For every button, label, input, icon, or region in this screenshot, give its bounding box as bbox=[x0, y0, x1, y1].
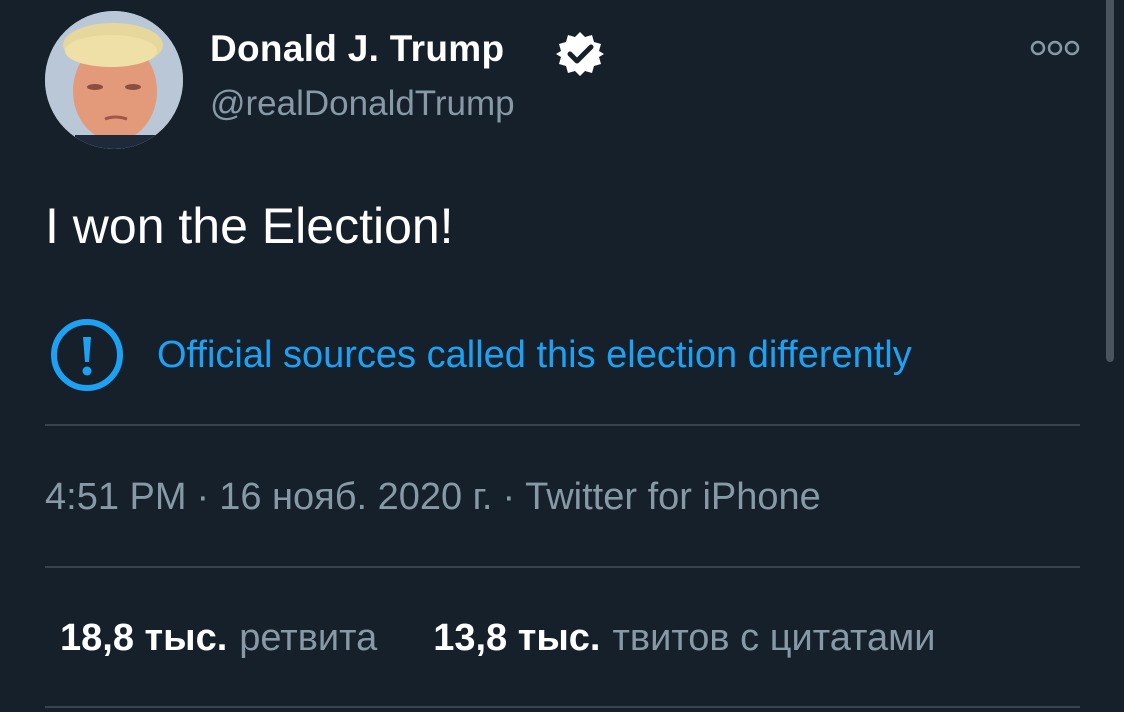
verified-badge-icon bbox=[556, 32, 604, 76]
retweets-label: ретвита bbox=[239, 617, 378, 659]
meta-separator: · bbox=[196, 476, 210, 518]
author-name[interactable]: Donald J. Trump bbox=[210, 28, 504, 70]
tweet-card: Donald J. Trump @realDonaldTrump I won t… bbox=[0, 0, 1124, 712]
avatar[interactable] bbox=[45, 11, 183, 149]
election-notice-text: Official sources called this election di… bbox=[157, 333, 912, 376]
retweets-count: 18,8 тыс. bbox=[60, 617, 228, 659]
election-notice-link[interactable]: Official sources called this election di… bbox=[49, 317, 912, 393]
quote-tweets-stat[interactable]: 13,8 тыс. твитов с цитатами bbox=[433, 617, 935, 660]
tweet-meta: 4:51 PM · 16 нояб. 2020 г. · Twitter for iPh… bbox=[45, 476, 821, 519]
tweet-text: I won the Election! bbox=[45, 198, 454, 254]
quote-tweets-count: 13,8 тыс. bbox=[433, 617, 601, 659]
tweet-date[interactable]: 16 нояб. 2020 г. bbox=[219, 476, 492, 518]
divider bbox=[45, 706, 1080, 708]
tweet-time[interactable]: 4:51 PM bbox=[45, 476, 187, 518]
quote-tweets-label: твитов с цитатами bbox=[612, 617, 936, 659]
author-handle[interactable]: @realDonaldTrump bbox=[210, 84, 515, 124]
scrollbar[interactable] bbox=[1106, 0, 1114, 362]
divider bbox=[45, 566, 1080, 568]
avatar-photo bbox=[45, 11, 183, 149]
retweets-stat[interactable]: 18,8 тыс. ретвита bbox=[60, 617, 377, 660]
tweet-source[interactable]: Twitter for iPhone bbox=[525, 476, 821, 518]
alert-circle-icon bbox=[51, 319, 123, 391]
more-options-icon[interactable] bbox=[1030, 38, 1080, 58]
tweet-stats: 18,8 тыс. ретвита 13,8 тыс. твитов с цит… bbox=[60, 617, 935, 660]
meta-separator: · bbox=[502, 476, 516, 518]
divider bbox=[45, 424, 1080, 426]
